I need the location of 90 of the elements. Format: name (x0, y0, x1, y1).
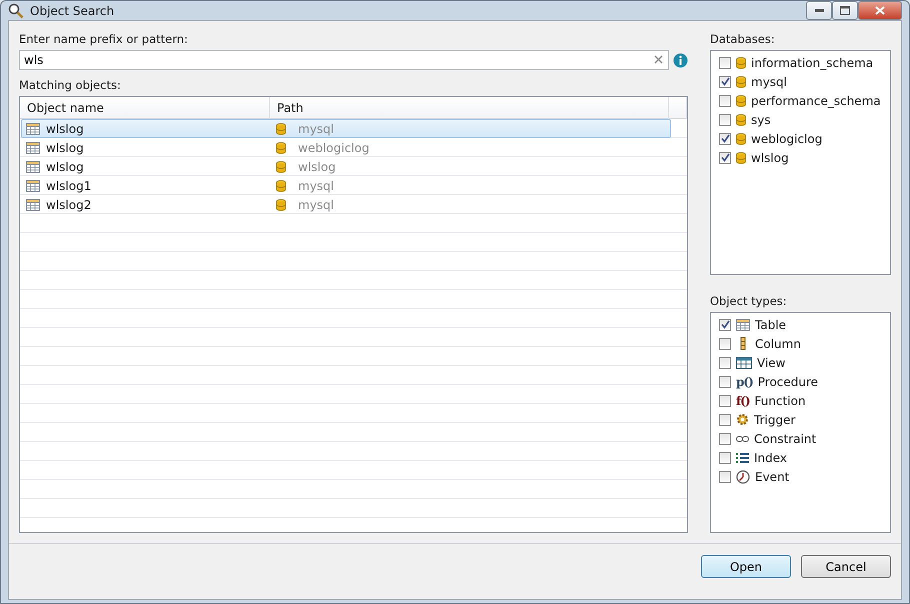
databases-label: Databases: (710, 31, 776, 47)
result-row[interactable]: wlslog wlslog (21, 157, 671, 176)
checkbox[interactable] (719, 94, 731, 106)
object-type-name: Constraint (754, 432, 816, 446)
gear-icon (736, 413, 749, 426)
search-icon (8, 2, 24, 18)
search-field[interactable]: wls (19, 50, 669, 70)
database-icon (736, 152, 746, 164)
table-icon (26, 122, 40, 134)
object-name: wlslog (46, 160, 84, 174)
table-icon (26, 142, 40, 154)
checkbox[interactable] (719, 376, 731, 388)
database-icon (736, 76, 746, 88)
database-icon (736, 94, 746, 106)
object-path: mysql (298, 178, 334, 192)
database-icon (276, 160, 286, 172)
object-name: wlslog (46, 122, 84, 136)
object-path: mysql (298, 122, 334, 136)
clock-icon (736, 470, 750, 484)
object-path: weblogiclog (298, 140, 370, 154)
object-type-name: View (757, 356, 786, 370)
object-path: wlslog (298, 160, 336, 174)
dialog-button[interactable]: Open (701, 555, 791, 578)
clear-icon[interactable] (654, 55, 663, 64)
database-icon (276, 142, 286, 154)
checkbox[interactable] (719, 114, 731, 126)
object-type-name: Function (754, 394, 806, 408)
database-icon (276, 180, 286, 192)
object-type-name: Trigger (754, 412, 796, 426)
procedure-icon: p() (736, 374, 753, 388)
database-name: information_schema (751, 56, 874, 70)
database-icon (736, 132, 746, 144)
object-path: mysql (298, 198, 334, 212)
checkbox[interactable] (719, 414, 731, 426)
object-type-name: Index (754, 450, 788, 464)
view-icon (736, 356, 752, 368)
object-type-name: Procedure (758, 374, 818, 388)
checkbox[interactable] (719, 432, 731, 444)
list-icon (736, 452, 749, 464)
object-types-label: Object types: (710, 293, 788, 309)
table-icon (736, 318, 750, 330)
checkbox[interactable] (719, 356, 731, 368)
checkbox[interactable] (719, 394, 731, 406)
minimize-icon (814, 9, 824, 12)
maximize-button[interactable] (832, 1, 858, 20)
database-icon (736, 56, 746, 68)
check-icon (720, 153, 730, 162)
close-icon (875, 6, 885, 15)
database-icon (276, 198, 286, 210)
checkbox[interactable] (719, 470, 731, 482)
object-name: wlslog2 (46, 198, 92, 212)
result-row[interactable]: wlslog2 mysql (21, 195, 671, 214)
result-row[interactable]: wlslog weblogiclog (21, 138, 671, 157)
checkbox[interactable] (719, 318, 731, 330)
checkbox[interactable] (719, 338, 731, 350)
table-icon (26, 198, 40, 210)
database-name: mysql (751, 74, 787, 88)
database-name: sys (751, 112, 771, 126)
database-name: wlslog (751, 150, 789, 164)
dialog-button[interactable]: Cancel (801, 555, 891, 578)
info-icon[interactable] (673, 52, 688, 68)
database-icon (276, 122, 286, 134)
checkbox[interactable] (719, 132, 731, 144)
checkbox[interactable] (719, 152, 731, 164)
checkbox[interactable] (719, 76, 731, 88)
result-row[interactable]: wlslog1 mysql (21, 176, 671, 195)
object-type-name: Event (755, 470, 790, 484)
database-name: weblogiclog (751, 132, 822, 146)
check-icon (720, 77, 730, 86)
check-icon (720, 134, 730, 143)
object-type-name: Column (755, 336, 801, 350)
database-name: performance_schema (751, 94, 881, 108)
maximize-icon (840, 6, 850, 15)
results-label: Matching objects: (19, 77, 122, 93)
function-icon: f() (736, 394, 750, 408)
object-name: wlslog1 (46, 178, 92, 192)
window-title: Object Search (30, 4, 116, 18)
table-icon (26, 180, 40, 192)
check-icon (720, 320, 730, 329)
close-button[interactable] (858, 1, 902, 20)
object-name: wlslog (46, 140, 84, 154)
object-type-name: Table (755, 318, 786, 332)
search-label: Enter name prefix or pattern: (19, 31, 189, 47)
result-row[interactable]: wlslog mysql (21, 119, 671, 138)
minimize-button[interactable] (806, 1, 832, 20)
link-icon (736, 434, 749, 442)
table-icon (26, 160, 40, 172)
checkbox[interactable] (719, 56, 731, 68)
checkbox[interactable] (719, 452, 731, 464)
database-icon (736, 114, 746, 126)
